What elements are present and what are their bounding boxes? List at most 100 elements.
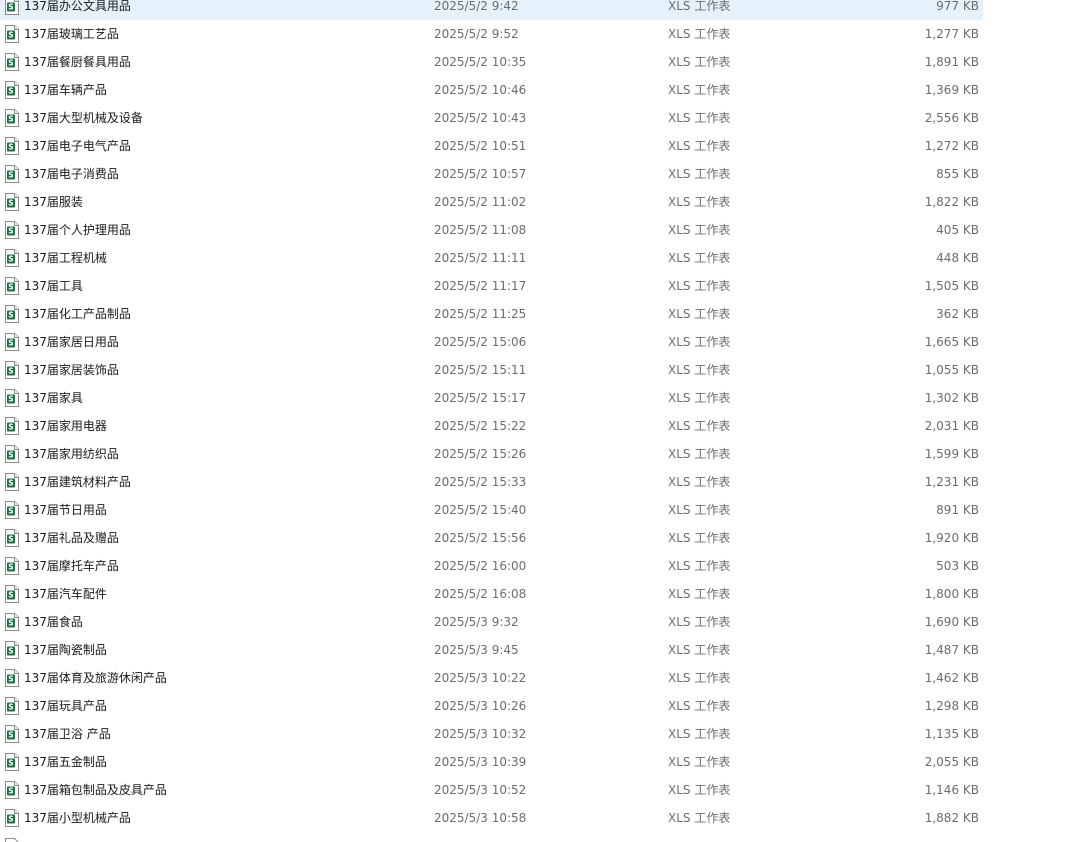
- file-row[interactable]: S 137届箱包制品及皮具产品 2025/5/3 10:52 XLS 工作表 1,146…: [0, 776, 983, 804]
- file-type: XLS 工作表: [668, 363, 731, 377]
- file-size: 1,690 KB: [924, 615, 979, 629]
- file-size: 2,556 KB: [924, 111, 979, 125]
- file-row[interactable]: S 137届体育及旅游休闲产品 2025/5/3 10:22 XLS 工作表 1,462…: [0, 664, 983, 692]
- file-row[interactable]: S 137届汽车配件 2025/5/2 16:08 XLS 工作表 1,800 KB: [0, 580, 983, 608]
- xls-file-icon: S: [4, 0, 20, 15]
- file-row[interactable]: S 137届家用纺织品 2025/5/2 15:26 XLS 工作表 1,599 KB: [0, 440, 983, 468]
- file-row[interactable]: S 137届卫浴 产品 2025/5/3 10:32 XLS 工作表 1,135 KB: [0, 720, 983, 748]
- file-row[interactable]: S 137届节日用品 2025/5/2 15:40 XLS 工作表 891 KB: [0, 496, 983, 524]
- file-row[interactable]: S 137届家居日用品 2025/5/2 15:06 XLS 工作表 1,665 KB: [0, 328, 983, 356]
- file-row[interactable]: S 137届食品 2025/5/3 9:32 XLS 工作表 1,690 KB: [0, 608, 983, 636]
- file-name: 137届礼品及赠品: [24, 531, 119, 545]
- file-name: 137届电子电气产品: [24, 139, 131, 153]
- file-size: 1,135 KB: [924, 727, 979, 741]
- file-row[interactable]: S 137届礼品及赠品 2025/5/2 15:56 XLS 工作表 1,920 KB: [0, 524, 983, 552]
- file-date-modified: 2025/5/2 16:08: [434, 587, 527, 601]
- file-size: 1,822 KB: [924, 195, 979, 209]
- file-row[interactable]: S 137届工具 2025/5/2 11:17 XLS 工作表 1,505 KB: [0, 272, 983, 300]
- svg-text:S: S: [8, 507, 13, 516]
- file-type: XLS 工作表: [668, 587, 731, 601]
- file-type: XLS 工作表: [668, 699, 731, 713]
- file-row[interactable]: S 137届玩具产品 2025/5/3 10:26 XLS 工作表 1,298 KB: [0, 692, 983, 720]
- file-row[interactable]: S 137届工程机械 2025/5/2 11:11 XLS 工作表 448 KB: [0, 244, 983, 272]
- svg-text:S: S: [8, 787, 13, 796]
- xls-file-icon: S: [4, 25, 20, 43]
- file-date-modified: 2025/5/3 10:32: [434, 727, 527, 741]
- svg-text:S: S: [8, 647, 13, 656]
- file-type: XLS 工作表: [668, 419, 731, 433]
- svg-text:S: S: [8, 227, 13, 236]
- file-name: 137届化工产品制品: [24, 307, 131, 321]
- file-row[interactable]: S 137届建筑材料产品 2025/5/2 15:33 XLS 工作表 1,231 KB: [0, 468, 983, 496]
- file-size: 405 KB: [936, 223, 979, 237]
- svg-text:S: S: [8, 731, 13, 740]
- file-date-modified: 2025/5/2 15:22: [434, 419, 527, 433]
- file-row[interactable]: S 137届化工产品制品 2025/5/2 11:25 XLS 工作表 362 KB: [0, 300, 983, 328]
- file-name: 137届电子消费品: [24, 167, 119, 181]
- file-type: XLS 工作表: [668, 727, 731, 741]
- file-row[interactable]: S 137届电子电气产品 2025/5/2 10:51 XLS 工作表 1,272 KB: [0, 132, 983, 160]
- file-row[interactable]: S 137届家居装饰品 2025/5/2 15:11 XLS 工作表 1,055 KB: [0, 356, 983, 384]
- file-row[interactable]: S 137届摩托车产品 2025/5/2 16:00 XLS 工作表 503 KB: [0, 552, 983, 580]
- file-row[interactable]: S 137届陶瓷制品 2025/5/3 9:45 XLS 工作表 1,487 KB: [0, 636, 983, 664]
- xls-file-icon: S: [4, 725, 20, 743]
- file-type: XLS 工作表: [668, 755, 731, 769]
- file-name: 137届建筑材料产品: [24, 475, 131, 489]
- file-size: 1,505 KB: [924, 279, 979, 293]
- file-type: XLS 工作表: [668, 251, 731, 265]
- xls-file-icon: S: [4, 753, 20, 771]
- file-row[interactable]: S 137届五金制品 2025/5/3 10:39 XLS 工作表 2,055 KB: [0, 748, 983, 776]
- file-date-modified: 2025/5/2 15:33: [434, 475, 527, 489]
- file-row[interactable]: S 137届车辆产品 2025/5/2 10:46 XLS 工作表 1,369 KB: [0, 76, 983, 104]
- svg-text:S: S: [8, 87, 13, 96]
- file-size: 1,462 KB: [924, 671, 979, 685]
- file-size: 1,599 KB: [924, 447, 979, 461]
- svg-text:S: S: [8, 199, 13, 208]
- file-row[interactable]: S 137届小型机械产品 2025/5/3 10:58 XLS 工作表 1,882 KB: [0, 804, 983, 832]
- file-size: 1,302 KB: [924, 391, 979, 405]
- file-date-modified: 2025/5/3 10:58: [434, 811, 527, 825]
- file-type: XLS 工作表: [668, 643, 731, 657]
- file-name: 137届餐厨餐具用品: [24, 55, 131, 69]
- file-size: 977 KB: [936, 0, 979, 13]
- file-date-modified: 2025/5/2 11:25: [434, 307, 527, 321]
- file-type: XLS 工作表: [668, 307, 731, 321]
- file-date-modified: 2025/5/2 10:57: [434, 167, 527, 181]
- file-row[interactable]: S 137届服装 2025/5/2 11:02 XLS 工作表 1,822 KB: [0, 188, 983, 216]
- file-row[interactable]: S 137届个人护理用品 2025/5/2 11:08 XLS 工作表 405 KB: [0, 216, 983, 244]
- file-list: S 137届办公文具用品 2025/5/2 9:42 XLS 工作表 977 KB S 13…: [0, 0, 983, 832]
- file-row[interactable]: S 137届大型机械及设备 2025/5/2 10:43 XLS 工作表 2,556 K…: [0, 104, 983, 132]
- file-size: 1,272 KB: [924, 139, 979, 153]
- file-name: 137届卫浴 产品: [24, 727, 111, 741]
- file-row[interactable]: S 137届电子消费品 2025/5/2 10:57 XLS 工作表 855 KB: [0, 160, 983, 188]
- file-type: XLS 工作表: [668, 0, 731, 13]
- file-date-modified: 2025/5/3 9:45: [434, 643, 519, 657]
- file-type: XLS 工作表: [668, 27, 731, 41]
- file-row[interactable]: S 137届家具 2025/5/2 15:17 XLS 工作表 1,302 KB: [0, 384, 983, 412]
- xls-file-icon[interactable]: [4, 838, 20, 842]
- file-date-modified: 2025/5/2 15:56: [434, 531, 527, 545]
- file-row[interactable]: S 137届餐厨餐具用品 2025/5/2 10:35 XLS 工作表 1,891 KB: [0, 48, 983, 76]
- file-type: XLS 工作表: [668, 139, 731, 153]
- file-type: XLS 工作表: [668, 223, 731, 237]
- xls-file-icon: S: [4, 613, 20, 631]
- xls-file-icon: S: [4, 585, 20, 603]
- file-date-modified: 2025/5/2 9:42: [434, 0, 519, 13]
- file-row[interactable]: S 137届玻璃工艺品 2025/5/2 9:52 XLS 工作表 1,277 KB: [0, 20, 983, 48]
- file-row[interactable]: S 137届办公文具用品 2025/5/2 9:42 XLS 工作表 977 KB: [0, 0, 983, 20]
- xls-file-icon: S: [4, 361, 20, 379]
- file-type: XLS 工作表: [668, 279, 731, 293]
- file-type: XLS 工作表: [668, 335, 731, 349]
- file-size: 1,055 KB: [924, 363, 979, 377]
- svg-text:S: S: [8, 563, 13, 572]
- file-name: 137届家具: [24, 391, 83, 405]
- file-date-modified: 2025/5/3 10:26: [434, 699, 527, 713]
- svg-text:S: S: [8, 31, 13, 40]
- file-name: 137届个人护理用品: [24, 223, 131, 237]
- file-name: 137届汽车配件: [24, 587, 107, 601]
- xls-file-icon: S: [4, 445, 20, 463]
- file-date-modified: 2025/5/2 11:11: [434, 251, 527, 265]
- file-size: 1,882 KB: [924, 811, 979, 825]
- file-date-modified: 2025/5/2 16:00: [434, 559, 527, 573]
- file-row[interactable]: S 137届家用电器 2025/5/2 15:22 XLS 工作表 2,031 KB: [0, 412, 983, 440]
